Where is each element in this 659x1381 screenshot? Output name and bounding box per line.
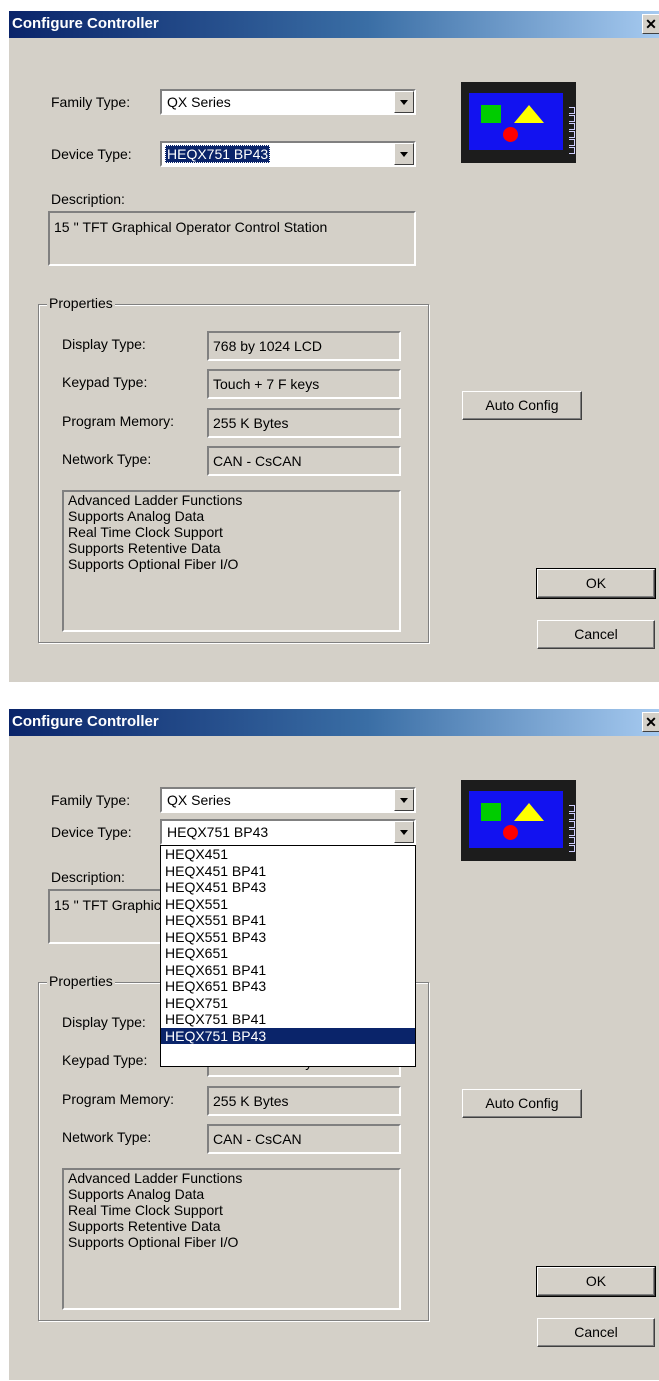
controller-device-icon bbox=[461, 82, 576, 163]
family-type-value: QX Series bbox=[167, 94, 231, 110]
family-type-value: QX Series bbox=[167, 792, 231, 808]
dropdown-option[interactable]: HEQX751 BP41 bbox=[161, 1011, 415, 1028]
description-label: Description: bbox=[51, 191, 125, 207]
display-type-field: 768 by 1024 LCD bbox=[207, 331, 401, 361]
features-list: Advanced Ladder Functions Supports Analo… bbox=[62, 1168, 401, 1310]
keypad-type-field: Touch + 7 F keys bbox=[207, 369, 401, 399]
program-memory-value: 255 K Bytes bbox=[213, 415, 289, 431]
cancel-button[interactable]: Cancel bbox=[537, 1318, 655, 1347]
network-type-label: Network Type: bbox=[62, 1129, 152, 1145]
list-item: Supports Retentive Data bbox=[68, 540, 221, 556]
device-type-dropdown-list[interactable]: HEQX451 HEQX451 BP41 HEQX451 BP43 HEQX55… bbox=[160, 845, 416, 1067]
title-bar: Configure Controller ✕ bbox=[9, 709, 659, 736]
dropdown-option[interactable]: HEQX651 BP43 bbox=[161, 978, 415, 995]
device-type-select[interactable]: HEQX751 BP43 bbox=[160, 819, 416, 845]
auto-config-button[interactable]: Auto Config bbox=[462, 1089, 582, 1118]
list-item: Supports Optional Fiber I/O bbox=[68, 1234, 239, 1250]
family-type-label: Family Type: bbox=[51, 792, 131, 808]
close-button[interactable]: ✕ bbox=[642, 712, 659, 732]
chevron-down-icon[interactable] bbox=[394, 821, 414, 843]
dropdown-option[interactable]: HEQX651 BP41 bbox=[161, 962, 415, 979]
controller-device-icon bbox=[461, 780, 576, 861]
family-type-select[interactable]: QX Series bbox=[160, 787, 416, 813]
dropdown-option[interactable]: HEQX451 BP43 bbox=[161, 879, 415, 896]
display-type-label: Display Type: bbox=[62, 336, 146, 352]
family-type-label: Family Type: bbox=[51, 94, 131, 110]
display-type-label: Display Type: bbox=[62, 1014, 146, 1030]
properties-group: Properties Display Type: 768 by 1024 LCD… bbox=[38, 295, 429, 643]
dropdown-option[interactable]: HEQX551 bbox=[161, 896, 415, 913]
description-field: 15 '' TFT Graphical Operator Control Sta… bbox=[48, 211, 416, 266]
program-memory-field: 255 K Bytes bbox=[207, 408, 401, 438]
network-type-field: CAN - CsCAN bbox=[207, 1124, 401, 1154]
program-memory-field: 255 K Bytes bbox=[207, 1086, 401, 1116]
cancel-button[interactable]: Cancel bbox=[537, 620, 655, 649]
list-item: Advanced Ladder Functions bbox=[68, 492, 243, 508]
network-type-value: CAN - CsCAN bbox=[213, 1131, 302, 1147]
network-type-label: Network Type: bbox=[62, 451, 152, 467]
list-item: Supports Analog Data bbox=[68, 508, 205, 524]
keypad-type-label: Keypad Type: bbox=[62, 1052, 148, 1068]
list-item: Supports Optional Fiber I/O bbox=[68, 556, 239, 572]
network-type-field: CAN - CsCAN bbox=[207, 446, 401, 476]
device-type-value: HEQX751 BP43 bbox=[165, 145, 271, 163]
device-type-select[interactable]: HEQX751 BP43 bbox=[160, 141, 416, 167]
device-type-value: HEQX751 BP43 bbox=[167, 824, 269, 840]
ok-button[interactable]: OK bbox=[536, 568, 656, 599]
chevron-down-icon[interactable] bbox=[394, 143, 414, 165]
list-item: Supports Analog Data bbox=[68, 1186, 205, 1202]
description-label: Description: bbox=[51, 869, 125, 885]
chevron-down-icon[interactable] bbox=[394, 91, 414, 113]
ok-button[interactable]: OK bbox=[536, 1266, 656, 1297]
dropdown-option[interactable]: HEQX451 BP41 bbox=[161, 863, 415, 880]
dialog-title: Configure Controller bbox=[12, 713, 159, 730]
configure-controller-dialog-expanded: Configure Controller ✕ Family Type: QX S… bbox=[8, 708, 659, 1380]
dropdown-option[interactable]: HEQX551 BP41 bbox=[161, 912, 415, 929]
list-item: Real Time Clock Support bbox=[68, 524, 223, 540]
program-memory-label: Program Memory: bbox=[62, 1091, 175, 1107]
program-memory-label: Program Memory: bbox=[62, 413, 175, 429]
dialog-title: Configure Controller bbox=[12, 15, 159, 32]
display-type-value: 768 by 1024 LCD bbox=[213, 338, 322, 354]
chevron-down-icon[interactable] bbox=[394, 789, 414, 811]
close-button[interactable]: ✕ bbox=[642, 14, 659, 34]
configure-controller-dialog: Configure Controller ✕ Family Type: QX S… bbox=[8, 10, 659, 682]
family-type-select[interactable]: QX Series bbox=[160, 89, 416, 115]
device-type-label: Device Type: bbox=[51, 146, 132, 162]
close-icon: ✕ bbox=[645, 16, 657, 32]
keypad-type-value: Touch + 7 F keys bbox=[213, 376, 320, 392]
list-item: Supports Retentive Data bbox=[68, 1218, 221, 1234]
list-item: Real Time Clock Support bbox=[68, 1202, 223, 1218]
device-type-label: Device Type: bbox=[51, 824, 132, 840]
program-memory-value: 255 K Bytes bbox=[213, 1093, 289, 1109]
keypad-type-label: Keypad Type: bbox=[62, 374, 148, 390]
auto-config-button[interactable]: Auto Config bbox=[462, 391, 582, 420]
properties-title: Properties bbox=[47, 295, 115, 311]
properties-title: Properties bbox=[47, 973, 115, 989]
dropdown-option[interactable]: HEQX751 bbox=[161, 995, 415, 1012]
close-icon: ✕ bbox=[645, 714, 657, 730]
dropdown-option[interactable]: HEQX551 BP43 bbox=[161, 929, 415, 946]
features-list: Advanced Ladder Functions Supports Analo… bbox=[62, 490, 401, 632]
title-bar: Configure Controller ✕ bbox=[9, 11, 659, 38]
description-value: 15 '' TFT Graphical Operator Control Sta… bbox=[54, 219, 328, 235]
list-item: Advanced Ladder Functions bbox=[68, 1170, 243, 1186]
dropdown-option-selected[interactable]: HEQX751 BP43 bbox=[161, 1027, 415, 1044]
dropdown-option[interactable]: HEQX651 bbox=[161, 945, 415, 962]
network-type-value: CAN - CsCAN bbox=[213, 453, 302, 469]
dropdown-option[interactable]: HEQX451 bbox=[161, 846, 415, 863]
